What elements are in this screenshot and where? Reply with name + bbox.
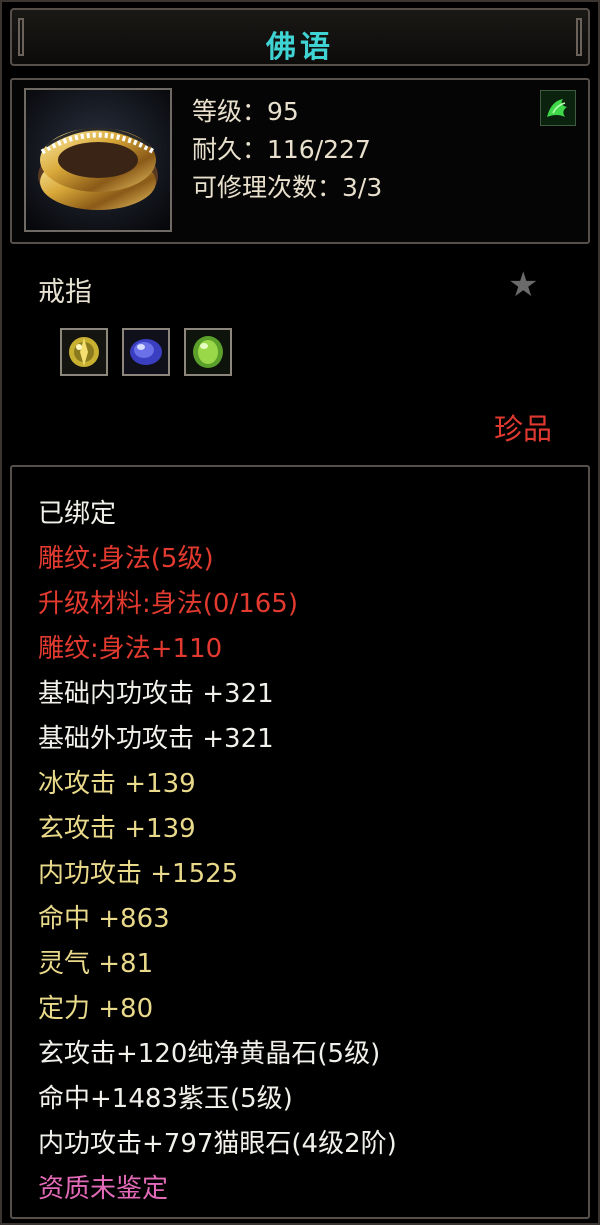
prop-spirit: 灵气 +81	[38, 949, 154, 979]
prop-upgrade-material: 升级材料:身法(0/165)	[38, 589, 298, 619]
item-name: 佛语	[266, 30, 334, 65]
prop-gem-cats-eye: 内功攻击+797猫眼石(4级2阶)	[38, 1129, 397, 1159]
prop-focus: 定力 +80	[38, 994, 154, 1024]
prop-accuracy: 命中 +863	[38, 904, 170, 934]
properties-panel: 已绑定 雕纹:身法(5级) 升级材料:身法(0/165) 雕纹:身法+110 基…	[10, 465, 590, 1219]
gold-ring-icon	[24, 88, 172, 232]
prop-engraving-bonus: 雕纹:身法+110	[38, 634, 223, 664]
prop-quality-unidentified: 资质未鉴定	[38, 1174, 169, 1204]
item-durability: 耐久：116/227	[192, 135, 371, 164]
green-dragon-icon	[540, 90, 576, 126]
item-level: 等级：95	[192, 97, 299, 126]
prop-gem-purple-jade: 命中+1483紫玉(5级)	[38, 1084, 293, 1114]
purple-jade-gem-icon	[122, 328, 170, 376]
star-icon[interactable]: ★	[508, 268, 538, 302]
green-cats-eye-gem-icon	[184, 328, 232, 376]
item-rarity: 珍品	[493, 412, 552, 446]
prop-inner-attack: 内功攻击 +1525	[38, 859, 239, 889]
item-tooltip: 佛语 等级：95 耐久：116/227 可修理次数：3/3 戒指 ★ 珍品 已绑…	[0, 0, 600, 1225]
item-header: 等级：95 耐久：116/227 可修理次数：3/3	[10, 78, 590, 244]
item-type: 戒指	[38, 277, 92, 308]
prop-xuan-attack: 玄攻击 +139	[38, 814, 196, 844]
prop-base-outer-attack: 基础外功攻击 +321	[38, 724, 274, 754]
prop-engraving: 雕纹:身法(5级)	[38, 544, 214, 574]
item-repair-count: 可修理次数：3/3	[192, 173, 383, 202]
prop-base-inner-attack: 基础内功攻击 +321	[38, 679, 274, 709]
title-bar: 佛语	[10, 8, 590, 66]
prop-gem-yellow-crystal: 玄攻击+120纯净黄晶石(5级)	[38, 1039, 381, 1069]
prop-ice-attack: 冰攻击 +139	[38, 769, 196, 799]
prop-bound: 已绑定	[38, 499, 117, 529]
yellow-crystal-gem-icon	[60, 328, 108, 376]
